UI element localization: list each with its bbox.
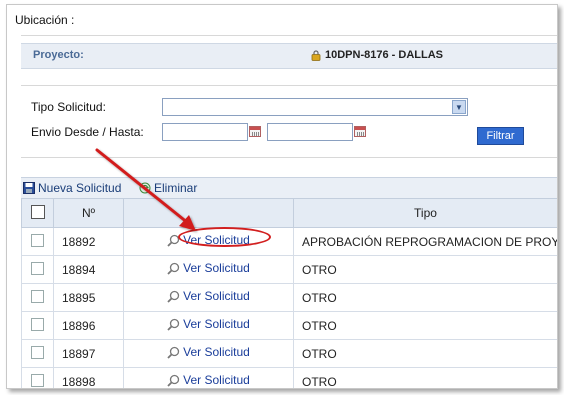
request-number: 18894 (53, 255, 124, 284)
magnifier-icon (167, 318, 180, 331)
divider (21, 85, 557, 86)
request-type: OTRO (293, 339, 557, 368)
tipo-solicitud-select[interactable]: ▼ (162, 98, 468, 116)
location-label: Ubicación : (15, 13, 75, 27)
table-row[interactable]: 18894 Ver Solicitud OTRO (21, 255, 557, 284)
calendar-icon[interactable] (354, 126, 366, 137)
table-row[interactable]: 18898 Ver Solicitud OTRO (21, 367, 557, 388)
view-request-cell: Ver Solicitud (123, 283, 294, 312)
tipo-header[interactable]: Tipo (293, 198, 557, 228)
recycle-icon (139, 182, 151, 194)
select-all-checkbox[interactable] (30, 204, 45, 219)
request-number: 18896 (53, 311, 124, 340)
request-number: 18892 (53, 227, 124, 256)
row-select-cell[interactable] (21, 367, 54, 388)
row-select-cell[interactable] (21, 311, 54, 340)
request-number: 18897 (53, 339, 124, 368)
view-request-label: Ver Solicitud (183, 373, 250, 388)
request-type: OTRO (293, 283, 557, 312)
select-all-header[interactable] (21, 198, 54, 228)
view-request-link[interactable]: Ver Solicitud (167, 317, 250, 331)
new-request-button[interactable]: Nueva Solicitud (23, 181, 121, 195)
highlight-circle (178, 227, 271, 247)
chevron-down-icon[interactable]: ▼ (452, 100, 466, 114)
project-value: 10DPN-8176 - DALLAS (325, 49, 443, 61)
row-checkbox[interactable] (31, 289, 44, 303)
row-checkbox[interactable] (31, 261, 44, 275)
envio-desde-input[interactable] (162, 123, 248, 141)
request-number: 18898 (53, 367, 124, 388)
tipo-solicitud-label: Tipo Solicitud: (31, 100, 106, 114)
request-type: OTRO (293, 255, 557, 284)
request-type: OTRO (293, 311, 557, 340)
view-request-link[interactable]: Ver Solicitud (167, 373, 250, 387)
view-request-label: Ver Solicitud (183, 289, 250, 304)
project-label: Proyecto: (33, 49, 84, 61)
magnifier-icon (167, 346, 180, 359)
view-request-cell: Ver Solicitud (123, 255, 294, 284)
envio-hasta-input[interactable] (267, 123, 353, 141)
magnifier-icon (167, 374, 180, 387)
row-select-cell[interactable] (21, 339, 54, 368)
grid-toolbar: Nueva Solicitud Eliminar (21, 177, 557, 198)
view-request-cell: Ver Solicitud (123, 311, 294, 340)
view-request-cell: Ver Solicitud (123, 367, 294, 388)
divider (21, 35, 557, 36)
delete-button[interactable]: Eliminar (139, 181, 197, 195)
page-frame: Ubicación : Proyecto: 10DPN-8176 - DALLA… (6, 4, 558, 389)
table-row[interactable]: 18897 Ver Solicitud OTRO (21, 339, 557, 368)
row-checkbox[interactable] (31, 233, 44, 247)
row-select-cell[interactable] (21, 255, 54, 284)
request-type: APROBACIÓN REPROGRAMACION DE PROYECTO (293, 227, 557, 256)
request-number: 18895 (53, 283, 124, 312)
filtrar-button[interactable]: Filtrar (477, 127, 524, 145)
table-header-row: Nº Tipo (21, 198, 557, 228)
number-header[interactable]: Nº (53, 198, 124, 228)
requests-table: Nº Tipo 18892 Ver Solicitud APROBACIÓN REP… (21, 198, 557, 388)
view-request-link[interactable]: Ver Solicitud (167, 289, 250, 303)
delete-label: Eliminar (154, 181, 198, 195)
row-checkbox[interactable] (31, 373, 44, 387)
table-row[interactable]: 18896 Ver Solicitud OTRO (21, 311, 557, 340)
calendar-icon[interactable] (249, 126, 261, 137)
request-type: OTRO (293, 367, 557, 388)
view-request-label: Ver Solicitud (183, 317, 250, 332)
envio-label: Envio Desde / Hasta: (31, 125, 144, 139)
project-bar: Proyecto: 10DPN-8176 - DALLAS (21, 43, 557, 69)
view-request-label: Ver Solicitud (183, 261, 250, 276)
table-row[interactable]: 18895 Ver Solicitud OTRO (21, 283, 557, 312)
row-checkbox[interactable] (31, 317, 44, 331)
view-request-label: Ver Solicitud (183, 345, 250, 360)
action-header (123, 198, 294, 228)
row-select-cell[interactable] (21, 227, 54, 256)
view-request-link[interactable]: Ver Solicitud (167, 261, 250, 275)
divider (21, 157, 557, 158)
save-icon (23, 182, 35, 194)
row-select-cell[interactable] (21, 283, 54, 312)
table-row[interactable]: 18892 Ver Solicitud APROBACIÓN REPROGRAMAC… (21, 227, 557, 256)
view-request-cell: Ver Solicitud (123, 339, 294, 368)
magnifier-icon (167, 262, 180, 275)
lock-icon (311, 49, 321, 61)
row-checkbox[interactable] (31, 345, 44, 359)
view-request-link[interactable]: Ver Solicitud (167, 345, 250, 359)
magnifier-icon (167, 290, 180, 303)
project-value-group: 10DPN-8176 - DALLAS (311, 49, 443, 61)
new-request-label: Nueva Solicitud (38, 181, 122, 195)
